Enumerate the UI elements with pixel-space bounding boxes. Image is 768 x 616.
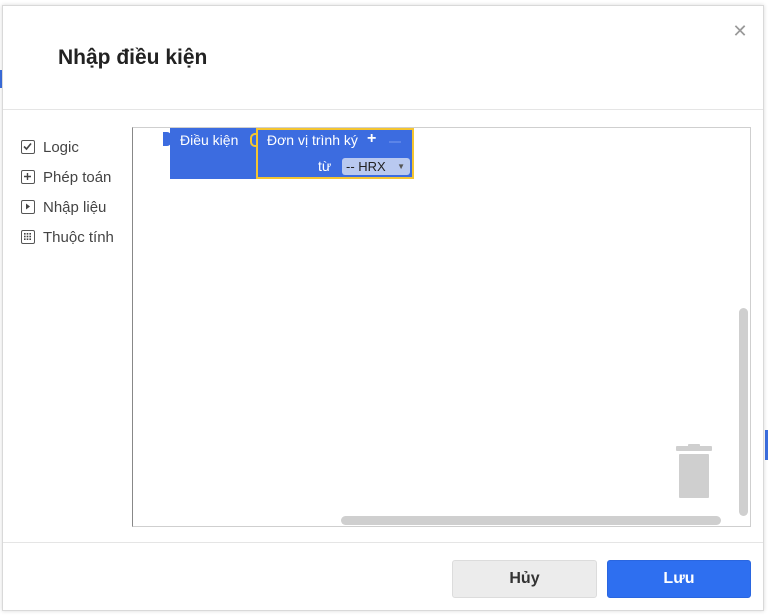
play-box-icon: [21, 200, 35, 214]
dialog-title: Nhập điều kiện: [58, 46, 208, 69]
block-toolbox: Logic Phép toán Nhập liệu Thuộc tính: [21, 132, 131, 252]
close-icon[interactable]: ✕: [731, 22, 749, 40]
plus-box-icon: [21, 170, 35, 184]
signing-unit-label: Đơn vị trình ký: [267, 132, 358, 148]
from-label: từ: [318, 158, 332, 174]
cancel-button[interactable]: Hủy: [452, 560, 597, 598]
condition-block[interactable]: Điều kiện: [170, 128, 256, 179]
unit-dropdown-value: -- HRX: [346, 159, 386, 174]
toolbox-item-logic[interactable]: Logic: [21, 132, 131, 162]
unit-dropdown[interactable]: -- HRX ▼: [342, 158, 410, 175]
condition-dialog: Nhập điều kiện ✕ Logic Phép toán Nhập li…: [2, 5, 764, 611]
dialog-footer: Hủy Lưu: [3, 542, 763, 610]
toolbox-item-properties[interactable]: Thuộc tính: [21, 222, 131, 252]
toolbox-item-input[interactable]: Nhập liệu: [21, 192, 131, 222]
toolbox-label: Phép toán: [43, 168, 112, 186]
condition-block-label: Điều kiện: [180, 132, 239, 148]
signing-unit-block[interactable]: Đơn vị trình ký + từ -- HRX ▼: [256, 128, 414, 179]
toolbox-item-math[interactable]: Phép toán: [21, 162, 131, 192]
save-button[interactable]: Lưu: [607, 560, 751, 598]
minus-icon[interactable]: [389, 141, 401, 143]
dialog-header: Nhập điều kiện ✕: [3, 6, 763, 110]
toolbox-label: Logic: [43, 138, 79, 156]
dropdown-arrow-icon: ▼: [397, 162, 405, 171]
checkbox-icon: [21, 140, 35, 154]
vertical-scrollbar[interactable]: [739, 308, 748, 516]
block-workspace[interactable]: Điều kiện Đơn vị trình ký + từ -- HRX ▼: [132, 127, 751, 527]
grid-box-icon: [21, 230, 35, 244]
toolbox-label: Nhập liệu: [43, 198, 107, 216]
horizontal-scrollbar[interactable]: [341, 516, 721, 525]
trash-icon[interactable]: [674, 444, 714, 500]
plus-icon[interactable]: +: [367, 130, 376, 148]
toolbox-label: Thuộc tính: [43, 228, 114, 246]
